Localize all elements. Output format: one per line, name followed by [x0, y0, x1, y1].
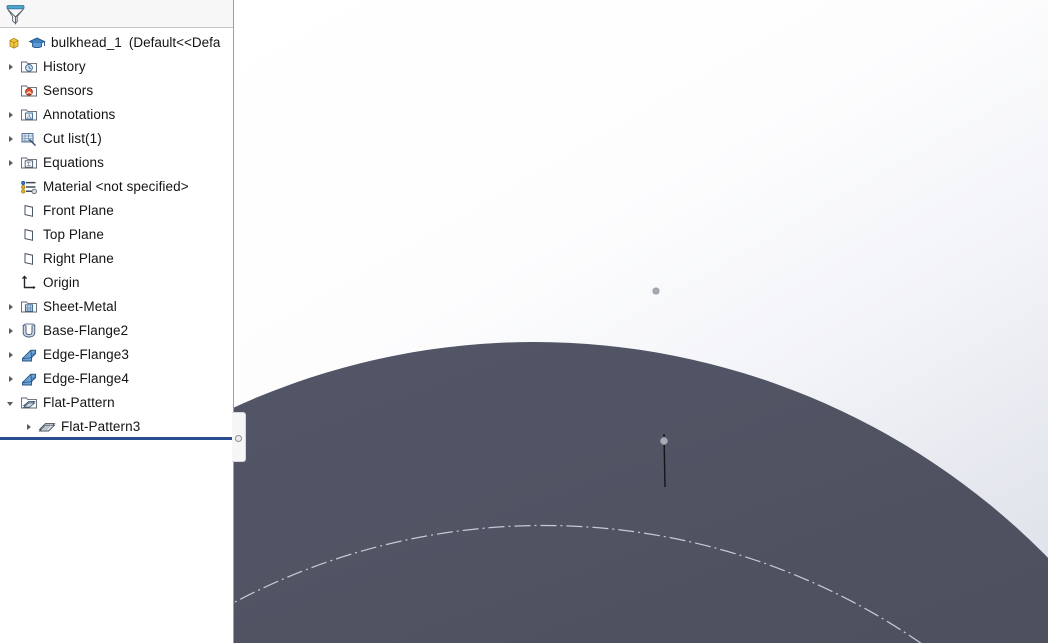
plane-icon [20, 202, 38, 220]
flat-pattern-icon [38, 418, 56, 436]
flat-pattern-folder-icon [20, 394, 38, 412]
material-icon [20, 178, 38, 196]
tree-item-flat-pattern3[interactable]: Flat-Pattern3 [0, 415, 233, 439]
tree-item-annotations[interactable]: A Annotations [0, 103, 233, 127]
tree-item-cut-list-1[interactable]: Cut list(1) [0, 127, 233, 151]
tree-item-label: Equations [43, 155, 104, 170]
tree-item-label: History [43, 59, 86, 74]
tree-item-edge-flange4[interactable]: Edge-Flange4 [0, 367, 233, 391]
tree-item-label: Base-Flange2 [43, 323, 129, 338]
tree-twisty-expanded-icon[interactable] [4, 391, 20, 415]
graduation-cap-icon [28, 34, 46, 52]
ring-top-face [234, 342, 1048, 643]
feature-manager-design-tree[interactable]: bulkhead_1 (Default<<Defa History Sensors… [0, 0, 234, 643]
midpoint-marker-upper [652, 287, 660, 295]
tree-twisty-collapsed-icon[interactable] [4, 319, 20, 343]
tree-item-label: Origin [43, 275, 80, 290]
plane-icon [20, 250, 38, 268]
tree-item-label: Edge-Flange4 [43, 371, 130, 386]
tree-twisty-collapsed-icon[interactable] [4, 103, 20, 127]
tree-item-label: Sheet-Metal [43, 299, 117, 314]
root-part-config: (Default<<Defa [128, 35, 221, 50]
tree-twisty-collapsed-icon[interactable] [4, 127, 20, 151]
tree-filter-bar[interactable] [0, 0, 233, 28]
tree-item-root-part[interactable]: bulkhead_1 (Default<<Defa [0, 31, 233, 55]
solidworks-window: bulkhead_1 (Default<<Defa History Sensors… [0, 0, 1048, 643]
tree-item-label: Top Plane [43, 227, 104, 242]
root-part-name: bulkhead_1 [51, 35, 122, 50]
sheet-metal-icon [20, 298, 38, 316]
origin-axes-icon [20, 274, 38, 292]
plane-icon [20, 226, 38, 244]
sensors-folder-icon [20, 82, 38, 100]
tree-item-sheet-metal[interactable]: Sheet-Metal [0, 295, 233, 319]
tree-item-label: Material <not specified> [43, 179, 189, 194]
tree-item-flat-pattern[interactable]: Flat-Pattern [0, 391, 233, 415]
rollback-handle[interactable] [232, 412, 246, 462]
midpoint-marker-lower [660, 437, 668, 445]
model-solid [234, 342, 1048, 643]
tree-item-material-not-specified[interactable]: Material <not specified> [0, 175, 233, 199]
rollback-knob-icon[interactable] [235, 435, 242, 442]
tree-twisty-collapsed-icon[interactable] [22, 415, 38, 439]
tree-twisty-collapsed-icon[interactable] [4, 343, 20, 367]
tree-item-label: Front Plane [43, 203, 114, 218]
tree-twisty-none [4, 223, 20, 247]
tree-item-label: Annotations [43, 107, 116, 122]
tree-twisty-none [4, 247, 20, 271]
svg-text:Σ: Σ [27, 161, 31, 168]
tree-item-label: Edge-Flange3 [43, 347, 130, 362]
tree-item-base-flange2[interactable]: Base-Flange2 [0, 319, 233, 343]
part-graduation-cap-icon [8, 34, 26, 52]
tree-item-equations[interactable]: Σ Equations [0, 151, 233, 175]
edge-flange-icon [20, 370, 38, 388]
edge-flange-icon [20, 346, 38, 364]
model-canvas[interactable] [234, 0, 1048, 643]
history-folder-icon [20, 58, 38, 76]
svg-text:A: A [27, 114, 32, 120]
tree-item-origin[interactable]: Origin [0, 271, 233, 295]
annotations-icon: A [20, 106, 38, 124]
rollback-bar[interactable] [0, 437, 233, 440]
tree-twisty-none [4, 175, 20, 199]
tree-twisty-collapsed-icon[interactable] [4, 55, 20, 79]
tree-twisty-none [4, 271, 20, 295]
tree-item-front-plane[interactable]: Front Plane [0, 199, 233, 223]
tree-item-edge-flange3[interactable]: Edge-Flange3 [0, 343, 233, 367]
tree-item-history[interactable]: History [0, 55, 233, 79]
tree-twisty-none [4, 79, 20, 103]
equations-icon: Σ [20, 154, 38, 172]
graphics-viewport[interactable] [234, 0, 1048, 643]
tree-item-label: Cut list(1) [43, 131, 102, 146]
tree-twisty-none [4, 199, 20, 223]
cut-list-icon [20, 130, 38, 148]
tree-item-top-plane[interactable]: Top Plane [0, 223, 233, 247]
tree-item-label: Right Plane [43, 251, 114, 266]
filter-funnel-icon[interactable] [4, 2, 28, 26]
tree-item-list[interactable]: bulkhead_1 (Default<<Defa History Sensors… [0, 28, 233, 643]
tree-item-right-plane[interactable]: Right Plane [0, 247, 233, 271]
tree-twisty-collapsed-icon[interactable] [4, 151, 20, 175]
tree-item-label: Flat-Pattern3 [61, 419, 141, 434]
tree-twisty-collapsed-icon[interactable] [4, 295, 20, 319]
tree-item-label: Flat-Pattern [43, 395, 115, 410]
tree-rows-container: History Sensors A Annotations Cut list(1) Σ Eq… [0, 55, 233, 439]
base-flange-icon [20, 322, 38, 340]
tree-twisty-collapsed-icon[interactable] [4, 367, 20, 391]
tree-item-sensors[interactable]: Sensors [0, 79, 233, 103]
tree-item-label: Sensors [43, 83, 94, 98]
